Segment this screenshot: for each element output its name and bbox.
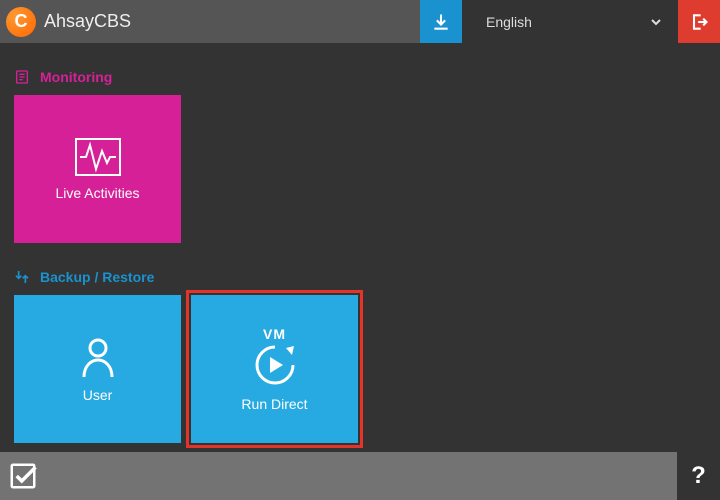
activity-icon: [74, 137, 122, 177]
tasks-icon[interactable]: [8, 461, 38, 491]
run-direct-icon-group: VM: [250, 326, 300, 388]
logout-button[interactable]: [678, 0, 720, 43]
brand-logo-icon: C: [6, 7, 36, 37]
run-direct-icon: [250, 342, 300, 388]
section-head-monitoring: Monitoring: [14, 69, 706, 85]
tile-user-label: User: [83, 387, 113, 403]
download-button[interactable]: [420, 0, 462, 43]
monitoring-tiles: Live Activities: [14, 95, 706, 243]
tile-live-activities[interactable]: Live Activities: [14, 95, 181, 243]
bottom-bar: ?: [0, 452, 720, 500]
section-title-monitoring: Monitoring: [40, 69, 112, 85]
bottom-bar-left: [0, 452, 677, 500]
brand: C AhsayCBS: [0, 0, 131, 43]
download-icon: [431, 12, 451, 32]
topbar-spacer: [131, 0, 420, 43]
backup-restore-tiles: User VM Run Direct: [14, 295, 706, 443]
logout-icon: [689, 12, 709, 32]
backup-restore-section-icon: [14, 269, 30, 285]
monitoring-section-icon: [14, 69, 30, 85]
chevron-down-icon: [648, 14, 664, 30]
language-selector[interactable]: English: [462, 0, 678, 43]
section-head-backup-restore: Backup / Restore: [14, 269, 706, 285]
brand-name: AhsayCBS: [44, 11, 131, 32]
tile-run-direct[interactable]: VM Run Direct: [191, 295, 358, 443]
section-title-backup-restore: Backup / Restore: [40, 269, 154, 285]
tile-user[interactable]: User: [14, 295, 181, 443]
run-direct-small-label: VM: [263, 326, 286, 342]
top-bar: C AhsayCBS English: [0, 0, 720, 43]
user-icon: [78, 335, 118, 379]
help-button[interactable]: ?: [677, 452, 720, 500]
tile-run-direct-label: Run Direct: [241, 396, 307, 412]
brand-logo-letter: C: [15, 11, 28, 32]
tile-live-activities-label: Live Activities: [55, 185, 139, 201]
language-label: English: [486, 14, 532, 30]
content-area: Monitoring Live Activities Backup / Rest…: [0, 43, 720, 457]
help-label: ?: [691, 462, 706, 490]
